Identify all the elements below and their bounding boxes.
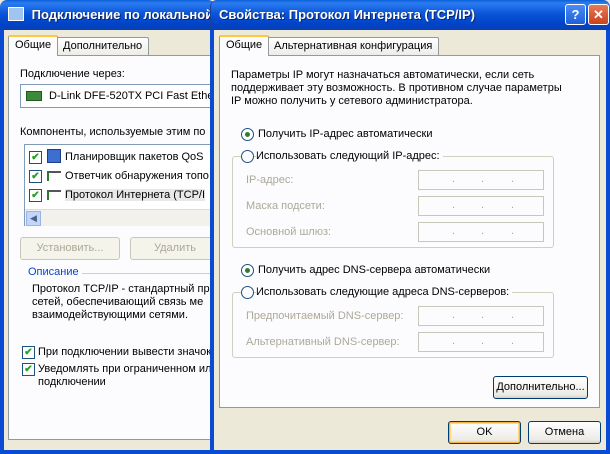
network-card-icon xyxy=(26,91,42,101)
dialog-title: Свойства: Протокол Интернета (TCP/IP) xyxy=(219,7,475,22)
help-button[interactable]: ? xyxy=(565,4,586,25)
description-line-1: Протокол TCP/IP - стандартный пр xyxy=(32,283,210,295)
advanced-button[interactable]: Дополнительно... xyxy=(493,376,588,399)
description-line-3: взаимодействующими сетями. xyxy=(32,309,189,321)
subnet-mask-dot: . xyxy=(452,199,456,211)
protocol-icon xyxy=(47,190,61,200)
preferred-dns-field[interactable]: ... xyxy=(418,306,544,326)
ok-button[interactable]: OK xyxy=(448,421,521,444)
alternate-dns-dot: . xyxy=(481,335,485,347)
components-scrollbar[interactable]: ◀ xyxy=(25,209,213,226)
back-tab-general[interactable]: Общие xyxy=(8,35,59,56)
preferred-dns-dot: . xyxy=(511,309,515,321)
ip-manual-label[interactable]: Использовать следующий IP-адрес: xyxy=(256,150,443,162)
show-icon-label: При подключении вывести значок xyxy=(38,346,212,358)
ip-manual-radio[interactable] xyxy=(241,150,254,163)
description-line-2: сетей, обеспечивающий связь ме xyxy=(32,296,204,308)
protocol-icon xyxy=(47,171,61,181)
components-label: Компоненты, используемые этим по xyxy=(20,126,206,138)
component-label-qos: Планировщик пакетов QoS xyxy=(65,151,204,163)
connect-via-label: Подключение через: xyxy=(20,68,125,80)
preferred-dns-label: Предпочитаемый DNS-сервер: xyxy=(246,310,404,322)
ip-address-dot: . xyxy=(452,173,456,185)
subnet-mask-label: Маска подсети: xyxy=(246,200,325,212)
intro-line-3: IP можно получить у сетевого администрат… xyxy=(231,95,473,107)
alternate-dns-dot: . xyxy=(511,335,515,347)
scroll-left-button[interactable]: ◀ xyxy=(26,211,41,226)
remove-button[interactable]: Удалить xyxy=(130,237,220,260)
ip-address-dot: . xyxy=(481,173,485,185)
gateway-label: Основной шлюз: xyxy=(246,226,332,238)
back-window-title: Подключение по локальной xyxy=(31,7,214,22)
intro-line-2: поддерживает эту возможность. В противно… xyxy=(231,82,562,94)
component-checkbox-topology[interactable] xyxy=(29,170,42,183)
back-tab-advanced[interactable]: Дополнительно xyxy=(56,37,150,56)
gateway-field[interactable]: ... xyxy=(418,222,544,242)
component-label-tcpip: Протокол Интернета (TCP/I xyxy=(65,189,206,201)
gateway-dot: . xyxy=(511,225,515,237)
alternate-dns-field[interactable]: ... xyxy=(418,332,544,352)
description-divider xyxy=(82,273,212,274)
cancel-button[interactable]: Отмена xyxy=(528,421,601,444)
ip-auto-label[interactable]: Получить IP-адрес автоматически xyxy=(258,128,432,140)
install-button[interactable]: Установить... xyxy=(20,237,120,260)
close-button[interactable]: ✕ xyxy=(588,4,609,25)
adapter-box: D-Link DFE-520TX PCI Fast Ethe xyxy=(20,84,215,108)
component-checkbox-tcpip[interactable] xyxy=(29,189,42,202)
dns-auto-radio[interactable] xyxy=(241,264,254,277)
gateway-dot: . xyxy=(452,225,456,237)
components-list[interactable]: Планировщик пакетов QoS Ответчик обнаруж… xyxy=(24,144,214,226)
subnet-mask-dot: . xyxy=(481,199,485,211)
dialog-titlebar[interactable]: Свойства: Протокол Интернета (TCP/IP) ? … xyxy=(210,0,610,30)
description-title: Описание xyxy=(28,266,79,278)
preferred-dns-dot: . xyxy=(452,309,456,321)
preferred-dns-dot: . xyxy=(481,309,485,321)
dns-auto-label[interactable]: Получить адрес DNS-сервера автоматически xyxy=(258,264,490,276)
component-label-topology: Ответчик обнаружения топо xyxy=(65,170,209,182)
ip-auto-radio[interactable] xyxy=(241,128,254,141)
component-checkbox-qos[interactable] xyxy=(29,151,42,164)
adapter-name: D-Link DFE-520TX PCI Fast Ethe xyxy=(49,90,214,102)
intro-line-1: Параметры IP могут назначаться автоматич… xyxy=(231,69,535,81)
dns-manual-label[interactable]: Использовать следующие адреса DNS-сервер… xyxy=(256,286,513,298)
dns-manual-radio[interactable] xyxy=(241,286,254,299)
back-window-titlebar[interactable]: Подключение по локальной xyxy=(0,0,215,30)
alternate-dns-dot: . xyxy=(452,335,456,347)
ip-address-field[interactable]: ... xyxy=(418,170,544,190)
show-icon-checkbox[interactable] xyxy=(22,346,35,359)
qos-icon xyxy=(47,149,61,163)
notify-label-line-1: Уведомлять при ограниченном ил xyxy=(38,363,212,375)
subnet-mask-dot: . xyxy=(511,199,515,211)
ip-address-label: IP-адрес: xyxy=(246,174,294,186)
dialog-tab-general[interactable]: Общие xyxy=(219,35,270,56)
alternate-dns-label: Альтернативный DNS-сервер: xyxy=(246,336,400,348)
ip-address-dot: . xyxy=(511,173,515,185)
network-connection-icon xyxy=(8,7,24,21)
gateway-dot: . xyxy=(481,225,485,237)
notify-label-line-2: подключении xyxy=(38,376,106,388)
dialog-tab-alt-config[interactable]: Альтернативная конфигурация xyxy=(267,37,440,56)
notify-checkbox[interactable] xyxy=(22,363,35,376)
subnet-mask-field[interactable]: ... xyxy=(418,196,544,216)
